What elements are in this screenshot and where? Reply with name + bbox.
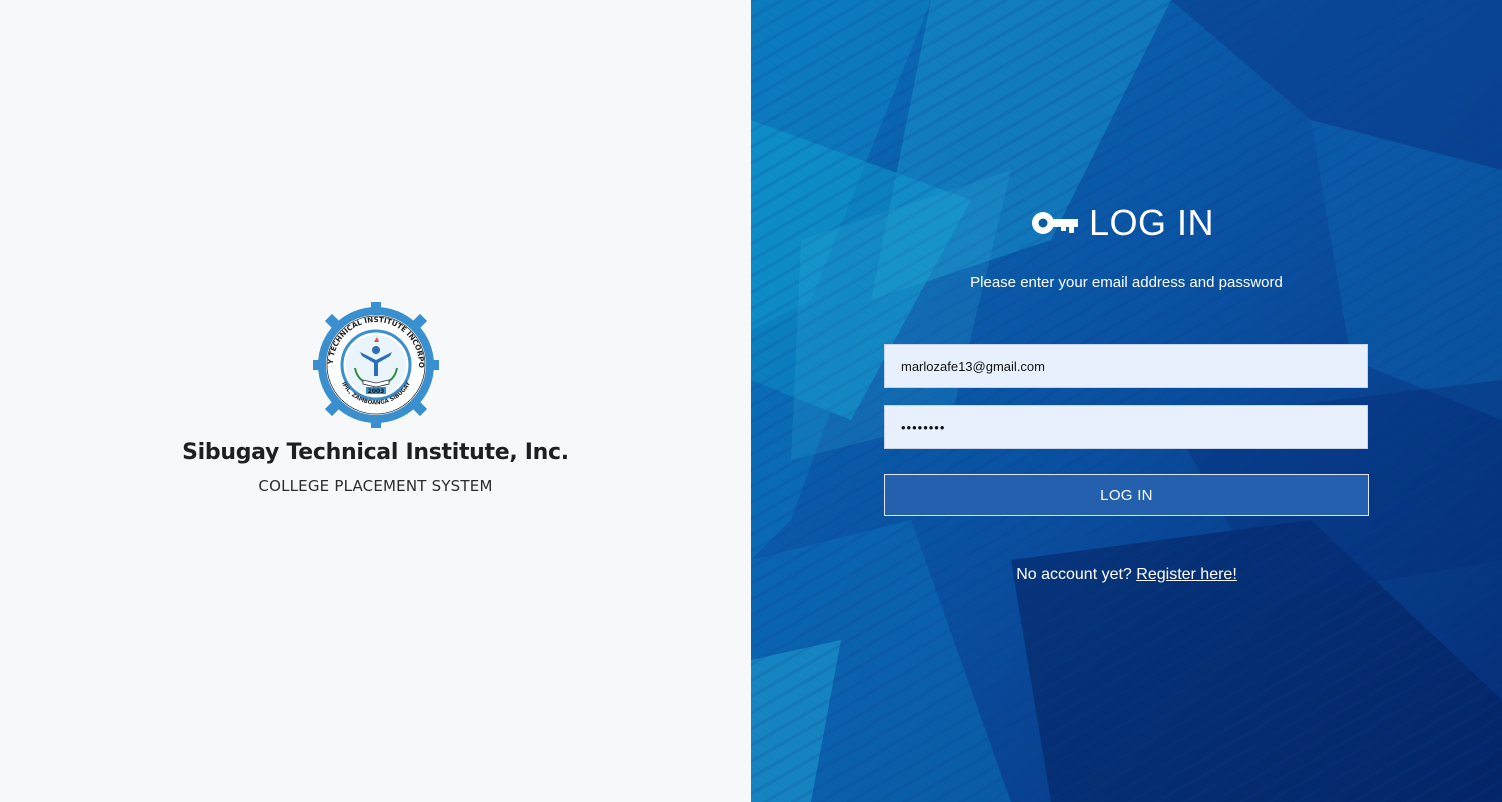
brand-panel: SIBUGAY TECHNICAL INSTITUTE INCORPORATED… [0, 0, 751, 802]
register-prompt-text: No account yet? [1016, 566, 1132, 583]
register-link[interactable]: Register here! [1136, 566, 1237, 583]
key-icon [1032, 212, 1078, 234]
school-logo: SIBUGAY TECHNICAL INSTITUTE INCORPORATED… [311, 300, 439, 428]
login-title-text: LOG IN [1089, 202, 1215, 243]
email-field[interactable] [884, 344, 1368, 388]
brand-block: SIBUGAY TECHNICAL INSTITUTE INCORPORATED… [0, 300, 751, 495]
login-panel: LOG IN Please enter your email address a… [751, 0, 1502, 802]
password-field[interactable] [884, 405, 1368, 449]
system-name: COLLEGE PLACEMENT SYSTEM [258, 477, 493, 495]
svg-text:2003: 2003 [367, 388, 384, 395]
login-heading: LOG IN [1031, 200, 1214, 246]
login-form: LOG IN Please enter your email address a… [751, 0, 1502, 802]
login-subtitle: Please enter your email address and pass… [970, 274, 1283, 291]
school-name: Sibugay Technical Institute, Inc. [182, 440, 569, 465]
login-page: SIBUGAY TECHNICAL INSTITUTE INCORPORATED… [0, 0, 1502, 802]
login-button[interactable]: LOG IN [884, 474, 1369, 516]
register-prompt: No account yet? Register here! [751, 566, 1502, 584]
